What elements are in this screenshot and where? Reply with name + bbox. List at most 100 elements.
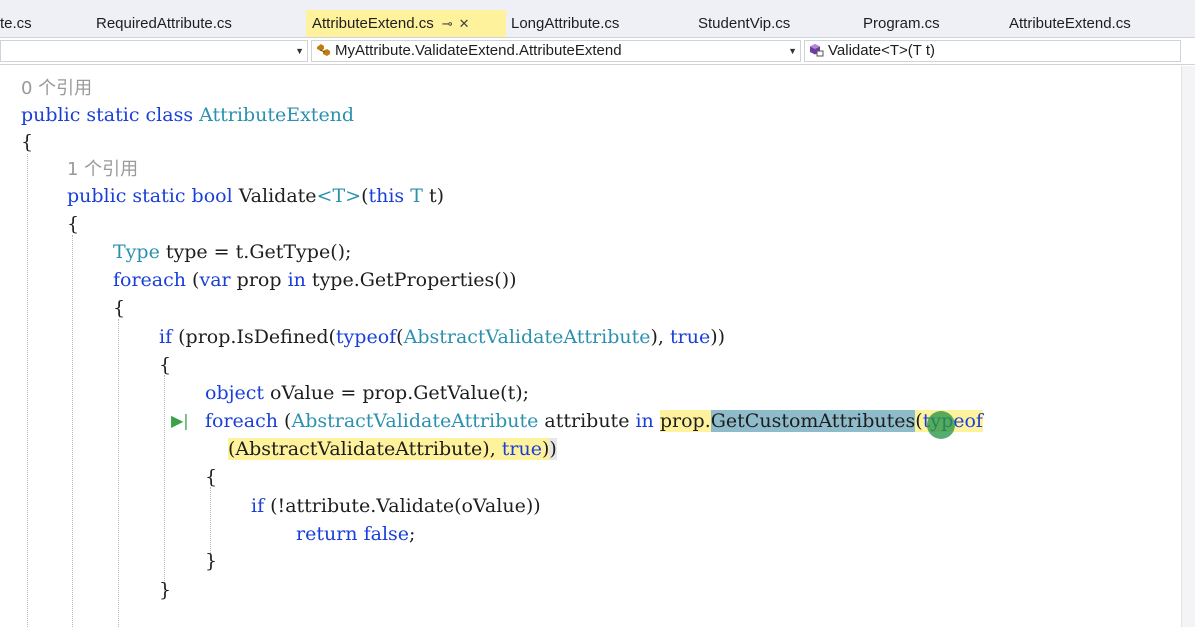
project-dropdown[interactable]: ▼ <box>0 40 308 62</box>
type-name: AbstractValidateAttribute <box>403 326 651 348</box>
code-line-if-defined: if (prop.IsDefined(typeof(AbstractValida… <box>159 324 725 350</box>
code-text: (prop.IsDefined( <box>172 326 336 348</box>
tab-label: LongAttribute.cs <box>511 15 620 32</box>
keyword: if <box>251 495 265 517</box>
code-line-brace: { <box>67 213 80 235</box>
code-line-if-validate: if (!attribute.Validate(oValue)) <box>251 493 541 519</box>
type-parameter: T <box>410 185 423 207</box>
vertical-scrollbar[interactable] <box>1181 66 1195 627</box>
keyword: typeof <box>335 326 397 348</box>
code-text: prop <box>230 269 288 291</box>
keyword: static <box>132 185 186 207</box>
chevron-down-icon: ▼ <box>295 46 304 56</box>
type-name: AbstractValidateAttribute <box>291 410 539 432</box>
keyword: object <box>205 382 265 404</box>
current-statement-highlight: (AbstractValidateAttribute), <box>228 438 502 460</box>
code-line-brace: { <box>205 466 218 488</box>
code-line-foreach-props: foreach (var prop in type.GetProperties(… <box>113 267 517 293</box>
code-text: oValue = prop.GetValue(t); <box>264 382 530 404</box>
keyword: true <box>501 438 542 460</box>
code-lens-references[interactable]: 0 个引用 <box>21 76 92 102</box>
code-text: t) <box>422 185 445 207</box>
code-lens-references[interactable]: 1 个引用 <box>67 157 138 183</box>
code-text: attribute <box>538 410 636 432</box>
keyword: in <box>635 410 654 432</box>
keyword: var <box>199 269 231 291</box>
code-text: (!attribute.Validate(oValue)) <box>264 495 541 517</box>
tab-te-cs[interactable]: te.cs <box>0 10 32 37</box>
keyword: public <box>67 185 127 207</box>
indent-guide <box>118 319 119 627</box>
document-tab-strip: te.cs RequiredAttribute.cs AttributeExte… <box>0 0 1195 37</box>
tab-label: RequiredAttribute.cs <box>96 15 232 32</box>
code-line-brace: } <box>159 579 172 601</box>
member-dropdown-value: Validate<T>(T t) <box>828 42 935 59</box>
keyword: true <box>669 326 711 348</box>
code-line-brace: { <box>21 131 34 153</box>
keyword: in <box>287 269 306 291</box>
punctuation: > <box>345 185 362 207</box>
close-icon[interactable]: ✕ <box>459 10 470 37</box>
tab-label: AttributeExtend.cs <box>312 15 434 32</box>
tab-label: te.cs <box>0 15 32 32</box>
code-text: type.GetProperties()) <box>305 269 517 291</box>
code-line-return-false: return false; <box>296 521 415 547</box>
tab-label: AttributeExtend.cs <box>1009 15 1131 32</box>
type-dropdown-value: MyAttribute.ValidateExtend.AttributeExte… <box>335 42 622 59</box>
tab-longattribute-cs[interactable]: LongAttribute.cs <box>511 10 619 37</box>
code-line-brace: } <box>205 550 218 572</box>
chevron-down-icon: ▼ <box>788 46 797 56</box>
keyword: foreach <box>113 269 187 291</box>
next-statement-arrow-icon[interactable]: ▶| <box>171 411 189 430</box>
current-statement-highlight: ( <box>915 410 923 432</box>
brace-match: ) <box>549 438 557 460</box>
method-icon <box>808 43 824 57</box>
code-line-brace: { <box>113 297 126 319</box>
code-text: ( <box>278 410 292 432</box>
keyword: this <box>368 185 405 207</box>
keyword: class <box>145 104 194 126</box>
indent-guide <box>27 154 28 627</box>
tab-label: Program.cs <box>863 15 940 32</box>
tab-requiredattribute-cs[interactable]: RequiredAttribute.cs <box>96 10 232 37</box>
tab-studentvip-cs[interactable]: StudentVip.cs <box>698 10 790 37</box>
keyword: return <box>296 523 358 545</box>
member-dropdown[interactable]: Validate<T>(T t) <box>804 40 1181 62</box>
text-selection: GetCustomAttributes <box>710 410 916 432</box>
code-text: )) <box>710 326 726 348</box>
code-line-foreach-attributes: foreach (AbstractValidateAttribute attri… <box>205 408 983 434</box>
tab-attributeextend-cs-2[interactable]: AttributeExtend.cs <box>1009 10 1131 37</box>
class-name: AttributeExtend <box>199 104 355 126</box>
keyword: static <box>86 104 140 126</box>
indent-guide <box>164 375 165 591</box>
keyword: false <box>363 523 410 545</box>
navigation-bar: ▼ MyAttribute.ValidateExtend.AttributeEx… <box>0 37 1195 65</box>
code-line-object-ovalue: object oValue = prop.GetValue(t); <box>205 380 529 406</box>
type-name: Type <box>113 241 160 263</box>
code-text: ; <box>409 523 416 545</box>
current-statement-highlight: prop. <box>659 410 711 432</box>
type-parameter: T <box>332 185 346 207</box>
class-icon <box>315 43 331 57</box>
keyword: bool <box>191 185 233 207</box>
tab-label: StudentVip.cs <box>698 15 791 32</box>
tab-attributeextend-cs-active[interactable]: AttributeExtend.cs ⊸ ✕ <box>306 10 506 37</box>
punctuation: < <box>316 185 333 207</box>
code-text: ( <box>396 326 404 348</box>
tab-program-cs[interactable]: Program.cs <box>863 10 940 37</box>
code-text: ( <box>186 269 200 291</box>
code-line-brace: { <box>159 354 172 376</box>
code-text: ), <box>650 326 670 348</box>
pin-icon[interactable]: ⊸ <box>442 10 453 37</box>
type-dropdown[interactable]: MyAttribute.ValidateExtend.AttributeExte… <box>311 40 801 62</box>
method-name: Validate <box>238 185 317 207</box>
keyword: foreach <box>205 410 279 432</box>
code-line-method-decl: public static bool Validate<T>(this T t) <box>67 183 444 209</box>
indent-guide <box>72 235 73 627</box>
code-editor[interactable]: 0 个引用 public static class AttributeExten… <box>0 66 1195 627</box>
mouse-cursor-indicator <box>927 411 955 439</box>
code-line-type: Type type = t.GetType(); <box>113 239 351 265</box>
keyword: public <box>21 104 81 126</box>
code-line-foreach-attributes-cont: (AbstractValidateAttribute), true)) <box>228 436 557 462</box>
